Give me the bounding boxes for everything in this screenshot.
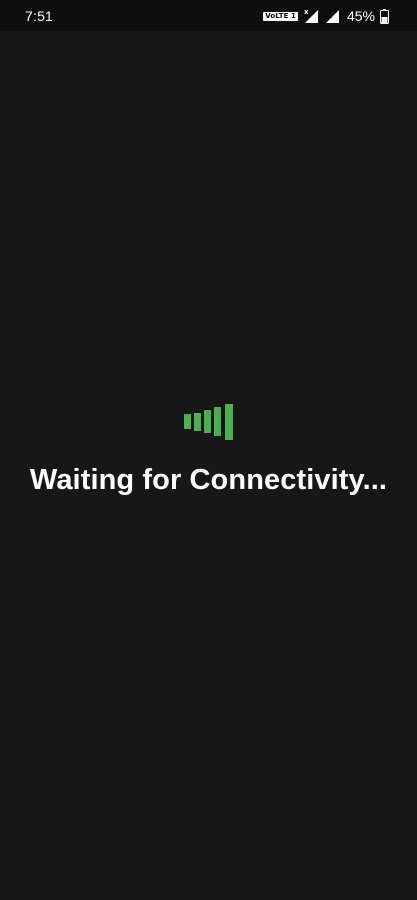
svg-text:x: x — [304, 8, 309, 16]
status-bar: 7:51 VoLTE 1 x 45% — [0, 0, 417, 31]
waiting-message: Waiting for Connectivity... — [29, 464, 388, 496]
battery-icon — [380, 8, 389, 24]
waiting-container: Waiting for Connectivity... — [0, 404, 417, 497]
status-time: 7:51 — [25, 8, 54, 24]
connectivity-bars-icon — [183, 404, 233, 440]
status-icons: VoLTE 1 x 45% — [263, 6, 389, 26]
screen: 7:51 VoLTE 1 x 45% Waiting for Connectiv… — [0, 0, 417, 900]
volte-icon: VoLTE 1 — [263, 11, 298, 21]
battery-percent: 45% — [346, 8, 375, 24]
signal-no-data-icon: x — [304, 8, 318, 23]
signal-icon — [325, 10, 339, 23]
